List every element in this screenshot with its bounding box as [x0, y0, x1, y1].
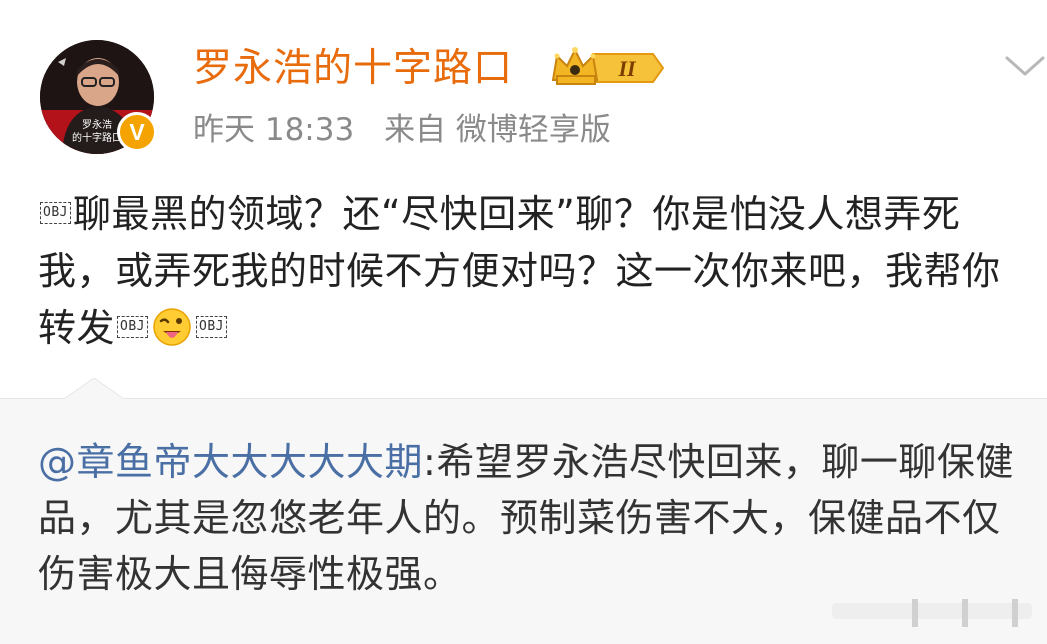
verified-symbol: V: [129, 118, 145, 145]
repost-text: @章鱼帝大大大大大期:希望罗永浩尽快回来，聊一聊保健品，尤其是忽悠老年人的。预制…: [38, 434, 1028, 602]
verified-badge-icon: V: [117, 112, 157, 152]
post-source[interactable]: 来自 微博轻享版: [384, 112, 611, 148]
post-meta: 昨天 18:33 来自 微博轻享版: [193, 110, 611, 150]
mention-link[interactable]: @章鱼帝大大大大大期: [38, 440, 423, 484]
chevron-down-icon[interactable]: [1003, 52, 1047, 80]
obj-placeholder-icon: OBJ: [196, 315, 227, 338]
repost-pointer: [64, 378, 124, 400]
obj-placeholder-icon: OBJ: [117, 315, 148, 338]
vip-crown-icon[interactable]: II: [549, 44, 665, 92]
post-time: 昨天 18:33: [193, 112, 355, 148]
watermark-logo: [832, 599, 1032, 627]
username[interactable]: 罗永浩的十字路口: [193, 45, 513, 93]
avatar-caption-2: 的十字路口: [72, 131, 122, 144]
avatar-caption-1: 罗永浩: [82, 118, 112, 131]
obj-placeholder-icon: OBJ: [40, 201, 71, 224]
vip-level: II: [617, 56, 637, 81]
tongue-wink-emoji: [153, 307, 191, 346]
post-text: OBJ 聊最黑的领域？还“尽快回来”聊？你是怕没人想弄死我，或弄死我的时候不方便对…: [38, 186, 1028, 357]
